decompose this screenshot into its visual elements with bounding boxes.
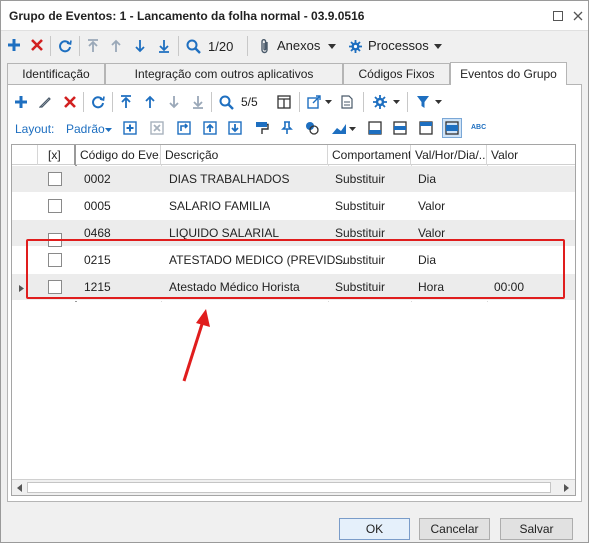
column-header-descricao[interactable]: Descrição bbox=[161, 145, 328, 165]
delete-icon[interactable] bbox=[63, 95, 77, 109]
scroll-left-icon[interactable] bbox=[14, 483, 24, 493]
cell-codigo: 0002 bbox=[84, 172, 111, 186]
column-header-comportamento[interactable]: Comportamento bbox=[328, 145, 411, 165]
current-row-indicator-icon bbox=[18, 284, 24, 292]
edit-pencil-icon[interactable] bbox=[38, 95, 52, 109]
chevron-down-icon[interactable] bbox=[328, 43, 336, 49]
remove-column-icon[interactable] bbox=[149, 120, 165, 136]
previous-record-icon[interactable] bbox=[109, 38, 123, 54]
shapes-icon[interactable] bbox=[304, 120, 320, 136]
tab-codigos-fixos[interactable]: Códigos Fixos bbox=[343, 63, 450, 84]
columns-icon[interactable] bbox=[276, 94, 292, 110]
close-icon[interactable] bbox=[571, 9, 585, 23]
next-record-icon[interactable] bbox=[133, 38, 147, 54]
tab-identificacao[interactable]: Identificação bbox=[7, 63, 105, 84]
anexos-menu[interactable]: Anexos bbox=[277, 38, 320, 53]
column-header-select[interactable]: [x] bbox=[38, 145, 76, 165]
scroll-right-icon[interactable] bbox=[561, 483, 571, 493]
window-title: Grupo de Eventos: 1 - Lancamento da folh… bbox=[9, 9, 365, 23]
paint-roller-icon[interactable] bbox=[254, 120, 270, 136]
column-header-tipo[interactable]: Val/Hor/Dia/... bbox=[411, 145, 487, 165]
next-record-icon[interactable] bbox=[167, 94, 181, 110]
cell-valor bbox=[488, 166, 494, 193]
row-checkbox[interactable] bbox=[48, 199, 62, 213]
scroll-thumb[interactable] bbox=[27, 482, 551, 493]
cell-codigo: 0005 bbox=[84, 199, 111, 213]
row-indicator-header bbox=[12, 145, 38, 165]
previous-record-icon[interactable] bbox=[143, 94, 157, 110]
tab-eventos-do-grupo[interactable]: Eventos do Grupo bbox=[450, 62, 567, 85]
chart-icon[interactable] bbox=[330, 120, 348, 136]
column-header-valor[interactable]: Valor bbox=[487, 145, 575, 165]
grid-toolbar: 5/5 bbox=[8, 89, 581, 115]
chevron-down-icon[interactable] bbox=[105, 127, 112, 132]
chevron-down-icon[interactable] bbox=[349, 126, 356, 131]
first-record-icon[interactable] bbox=[119, 94, 133, 110]
add-column-icon[interactable] bbox=[122, 120, 138, 136]
gear-icon[interactable] bbox=[348, 39, 362, 53]
search-icon[interactable] bbox=[185, 38, 201, 54]
cell-descricao: DIAS TRABALHADOS bbox=[169, 172, 290, 186]
main-toolbar: 1/20 Anexos Processos bbox=[1, 32, 588, 60]
add-icon[interactable] bbox=[14, 95, 28, 109]
events-grid: [x] Código do Eve... Descrição Comportam… bbox=[11, 144, 576, 496]
cancel-button[interactable]: Cancelar bbox=[419, 518, 490, 540]
refresh-icon[interactable] bbox=[57, 38, 73, 54]
grid-record-counter: 5/5 bbox=[241, 95, 258, 109]
delete-icon[interactable] bbox=[30, 38, 44, 52]
record-counter: 1/20 bbox=[208, 39, 234, 54]
document-icon[interactable] bbox=[340, 94, 354, 110]
table-row[interactable]: 0005 SALARIO FAMILIA Substituir Valor bbox=[12, 193, 575, 220]
cell-comportamento: Substituir bbox=[335, 172, 386, 186]
paperclip-icon[interactable] bbox=[259, 38, 271, 54]
tab-bar: Identificação Integração com outros apli… bbox=[7, 62, 582, 85]
cell-descricao: SALARIO FAMILIA bbox=[169, 199, 271, 213]
layout-selector[interactable]: Padrão bbox=[66, 122, 105, 136]
annotation-arrow-icon bbox=[182, 309, 210, 382]
filter-icon[interactable] bbox=[415, 94, 431, 110]
sort-desc-icon[interactable] bbox=[227, 120, 243, 136]
column-header-codigo[interactable]: Código do Eve... bbox=[76, 145, 161, 165]
layout-label: Layout: bbox=[15, 122, 55, 136]
ok-button[interactable]: OK bbox=[339, 518, 410, 540]
search-icon[interactable] bbox=[218, 94, 234, 110]
chevron-down-icon[interactable] bbox=[392, 99, 400, 105]
last-record-icon[interactable] bbox=[191, 94, 205, 110]
first-record-icon[interactable] bbox=[86, 38, 100, 54]
cell-tipo: Valor bbox=[418, 199, 446, 213]
group-icon[interactable] bbox=[176, 120, 192, 136]
grid-header: [x] Código do Eve... Descrição Comportam… bbox=[12, 145, 575, 165]
processos-menu[interactable]: Processos bbox=[368, 38, 429, 53]
pin-icon[interactable] bbox=[279, 120, 295, 136]
export-icon[interactable] bbox=[306, 94, 322, 110]
annotation-highlight-box bbox=[26, 239, 565, 299]
dialog-window: Grupo de Eventos: 1 - Lancamento da folh… bbox=[0, 0, 589, 543]
sort-asc-icon[interactable] bbox=[202, 120, 218, 136]
settings-icon[interactable] bbox=[372, 94, 388, 110]
title-bar: Grupo de Eventos: 1 - Lancamento da folh… bbox=[1, 1, 588, 31]
cell-comportamento: Substituir bbox=[335, 199, 386, 213]
row-height-large-icon[interactable] bbox=[442, 118, 462, 138]
maximize-icon[interactable] bbox=[551, 9, 565, 23]
chevron-down-icon[interactable] bbox=[434, 99, 442, 105]
add-icon[interactable] bbox=[7, 38, 21, 52]
cell-valor bbox=[488, 193, 494, 220]
table-row[interactable]: 0002 DIAS TRABALHADOS Substituir Dia bbox=[12, 166, 575, 193]
save-button[interactable]: Salvar bbox=[500, 518, 573, 540]
tab-integracao[interactable]: Integração com outros aplicativos bbox=[105, 63, 343, 84]
row-height-medium-icon[interactable] bbox=[392, 120, 408, 136]
chevron-down-icon[interactable] bbox=[324, 99, 332, 105]
last-record-icon[interactable] bbox=[157, 38, 171, 54]
spellcheck-icon[interactable]: ABC bbox=[471, 124, 486, 131]
refresh-icon[interactable] bbox=[90, 94, 106, 110]
layout-toolbar: Layout: Padrão ABC bbox=[8, 117, 581, 141]
horizontal-scrollbar[interactable] bbox=[12, 479, 575, 495]
row-height-small-icon[interactable] bbox=[367, 120, 383, 136]
row-height-top-icon[interactable] bbox=[418, 120, 434, 136]
cell-tipo: Dia bbox=[418, 172, 437, 186]
row-checkbox[interactable] bbox=[48, 172, 62, 186]
chevron-down-icon[interactable] bbox=[434, 43, 442, 49]
